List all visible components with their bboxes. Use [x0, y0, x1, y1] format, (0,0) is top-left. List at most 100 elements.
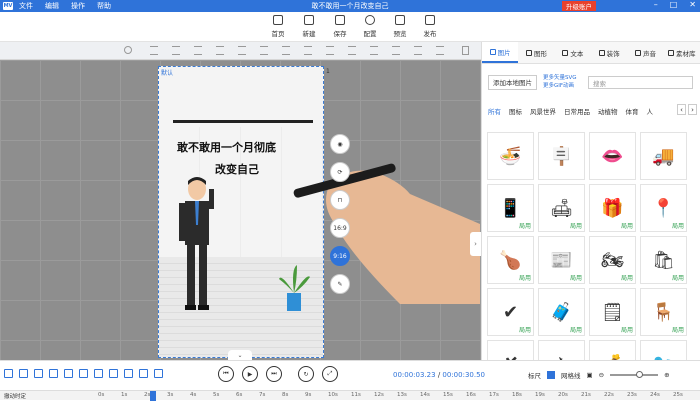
delete-icon[interactable] — [462, 46, 469, 55]
asset-item[interactable]: 🧳 局用 — [538, 288, 585, 336]
align-top-icon[interactable] — [216, 46, 224, 55]
zoom-out-icon[interactable]: ⊖ — [599, 371, 604, 379]
lock-button[interactable]: ⊓ — [330, 190, 350, 210]
category-scenery[interactable]: 风景世界 — [530, 106, 556, 116]
zoom-knob[interactable] — [636, 371, 644, 378]
asset-item[interactable]: 🚚 — [640, 132, 687, 180]
fullscreen-button[interactable]: ⤢ — [322, 366, 338, 382]
publish-button[interactable]: 发布 — [418, 15, 442, 38]
flip-h-icon[interactable] — [326, 46, 334, 55]
ratio-16-9-button[interactable]: 16:9 — [330, 218, 350, 238]
tab-shapes[interactable]: 图形 — [518, 42, 554, 63]
flip-v-icon[interactable] — [348, 46, 356, 55]
zoom-slider[interactable] — [610, 371, 659, 378]
asset-item[interactable]: 📱 局用 — [487, 184, 534, 232]
crop-icon[interactable] — [34, 369, 43, 378]
asset-item[interactable]: 🪧 — [538, 132, 585, 180]
text-add-icon[interactable] — [64, 369, 73, 378]
asset-item[interactable]: ✔ 局用 — [487, 288, 534, 336]
replay-button[interactable]: ↻ — [298, 366, 314, 382]
ruler-toggle[interactable]: 标尺 — [528, 370, 541, 380]
maximize-icon[interactable]: □ — [670, 0, 678, 9]
ratio-9-16-button[interactable]: 9:16 — [330, 246, 350, 266]
align-center-icon[interactable] — [172, 46, 180, 55]
asset-item[interactable]: 🪑 局用 — [640, 288, 687, 336]
category-animals[interactable]: 动植物 — [598, 106, 618, 116]
scale-tick: 10s — [328, 392, 338, 398]
effect-icon[interactable] — [79, 369, 88, 378]
asset-item[interactable]: 🏍 局用 — [589, 236, 636, 284]
asset-item[interactable]: 🎁 局用 — [589, 184, 636, 232]
tab-decor[interactable]: 装饰 — [591, 42, 627, 63]
collapse-panel-button[interactable]: › — [470, 232, 481, 256]
microphone-icon[interactable] — [139, 369, 148, 378]
snapshot-icon[interactable]: ▣ — [587, 371, 593, 379]
menu-help[interactable]: 帮助 — [97, 1, 111, 11]
align-bottom-icon[interactable] — [260, 46, 268, 55]
businessman-figure[interactable] — [177, 175, 217, 315]
home-button[interactable]: 首页 — [266, 15, 290, 38]
asset-item[interactable]: 🍗 局用 — [487, 236, 534, 284]
paste-icon[interactable] — [436, 46, 444, 55]
save-button[interactable]: 保存 — [328, 15, 352, 38]
distribute-h-icon[interactable] — [282, 46, 290, 55]
asset-item[interactable]: 📍 局用 — [640, 184, 687, 232]
previous-button[interactable]: ⏮ — [218, 366, 234, 382]
next-button[interactable]: ⏭ — [266, 366, 282, 382]
camera-button[interactable]: ◉ — [330, 134, 350, 154]
asset-item[interactable]: 📰 局用 — [538, 236, 585, 284]
search-input[interactable]: 搜索 — [588, 76, 693, 89]
category-daily[interactable]: 日常用品 — [564, 106, 590, 116]
asset-item[interactable]: 🗒 局用 — [589, 288, 636, 336]
sound-wave-icon[interactable] — [154, 369, 163, 378]
tab-images[interactable]: 图片 — [482, 42, 519, 63]
asset-item[interactable]: 🍜 — [487, 132, 534, 180]
expand-timeline-button[interactable]: ⌄ — [228, 350, 252, 360]
tab-library[interactable]: 素材库 — [664, 42, 700, 63]
clip-icon[interactable] — [109, 369, 118, 378]
tab-sound[interactable]: 声音 — [627, 42, 663, 63]
more-gif-link[interactable]: 更多GIF动画 — [543, 82, 577, 90]
copy-icon[interactable] — [414, 46, 422, 55]
headline-line-1[interactable]: 敢不敢用一个月彻底 — [177, 139, 276, 155]
settings-button[interactable]: 配置 — [358, 15, 382, 38]
category-people[interactable]: 人 — [647, 106, 654, 116]
scene-icon[interactable] — [19, 369, 28, 378]
distribute-v-icon[interactable] — [304, 46, 312, 55]
menu-file[interactable]: 文件 — [19, 1, 33, 11]
tab-text[interactable]: 文本 — [555, 42, 591, 63]
image-add-icon[interactable] — [49, 369, 58, 378]
menu-edit[interactable]: 编辑 — [45, 1, 59, 11]
ungroup-icon[interactable] — [124, 46, 132, 54]
layer-down-icon[interactable] — [392, 46, 400, 55]
upgrade-button[interactable]: 升级账户 — [562, 1, 596, 11]
zoom-in-icon[interactable]: ⊕ — [664, 371, 669, 379]
add-local-image-button[interactable]: 添加本地图片 — [488, 74, 537, 90]
new-button[interactable]: 新建 — [297, 15, 321, 38]
align-left-icon[interactable] — [150, 46, 158, 55]
chevron-left-icon[interactable]: ‹ — [677, 104, 686, 115]
asset-item[interactable]: 👄 — [589, 132, 636, 180]
grid-checkbox[interactable] — [547, 371, 555, 379]
minimize-icon[interactable]: – — [654, 0, 658, 9]
layer-up-icon[interactable] — [370, 46, 378, 55]
edit-button[interactable]: ✎ — [330, 274, 350, 294]
track-icon[interactable] — [4, 369, 13, 378]
category-icons[interactable]: 图标 — [509, 106, 522, 116]
category-all[interactable]: 所有 — [488, 106, 501, 116]
align-middle-icon[interactable] — [238, 46, 246, 55]
preview-button[interactable]: 预览 — [388, 15, 412, 38]
subtitle-icon[interactable] — [94, 369, 103, 378]
replace-button[interactable]: ⟳ — [330, 162, 350, 182]
music-icon[interactable] — [124, 369, 133, 378]
chevron-right-icon[interactable]: › — [688, 104, 697, 115]
play-button[interactable]: ▶ — [242, 366, 258, 382]
asset-item[interactable]: 🛋 局用 — [538, 184, 585, 232]
headline-line-2[interactable]: 改变自己 — [215, 161, 259, 177]
more-svg-link[interactable]: 更多矢量SVG — [543, 74, 577, 82]
asset-item[interactable]: 🛍 局用 — [640, 236, 687, 284]
menu-operate[interactable]: 操作 — [71, 1, 85, 11]
category-sports[interactable]: 体育 — [626, 106, 639, 116]
align-right-icon[interactable] — [194, 46, 202, 55]
close-icon[interactable]: ✕ — [689, 0, 696, 9]
